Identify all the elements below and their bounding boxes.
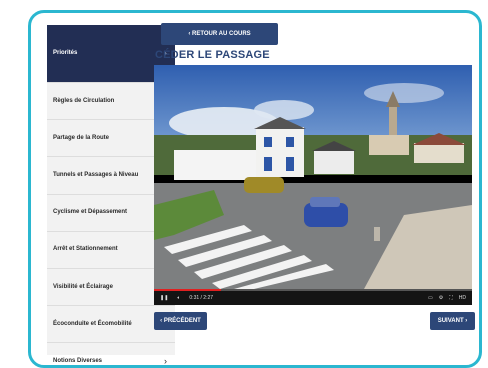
quality-badge[interactable]: HD bbox=[459, 295, 466, 301]
sidebar-item-label: Priorités bbox=[53, 50, 78, 57]
controls-right: ▭ ⚙ ⛶ HD bbox=[428, 295, 466, 301]
next-button[interactable]: SUIVANT › bbox=[430, 312, 475, 330]
chevron-right-icon: › bbox=[164, 356, 167, 367]
video-frame-scene bbox=[154, 65, 472, 289]
sidebar-item-label: Règles de Circulation bbox=[53, 97, 115, 104]
video-player[interactable]: ❚❚ 🔈︎ 0:31 / 2:27 ▭ ⚙ ⛶ HD bbox=[154, 65, 472, 305]
volume-icon[interactable]: 🔈︎ bbox=[177, 295, 180, 301]
sidebar-item-label: Notions Diverses bbox=[53, 357, 103, 364]
sidebar-item-label: Écoconduite et Écomobilité bbox=[53, 320, 132, 327]
video-controls: ❚❚ 🔈︎ 0:31 / 2:27 ▭ ⚙ ⛶ HD bbox=[154, 291, 472, 305]
pause-icon[interactable]: ❚❚ bbox=[160, 295, 168, 301]
sidebar-item-label: Cyclisme et Dépassement bbox=[53, 209, 128, 216]
captions-icon[interactable]: ▭ bbox=[428, 295, 433, 301]
settings-icon[interactable]: ⚙ bbox=[439, 295, 443, 301]
video-time: 0:31 / 2:27 bbox=[189, 295, 214, 301]
sidebar-item-notions[interactable]: Notions Diverses › bbox=[47, 343, 175, 367]
sidebar-item-label: Visibilité et Éclairage bbox=[53, 283, 113, 290]
sidebar-item-label: Partage de la Route bbox=[53, 134, 110, 141]
lesson-title: CÉDER LE PASSAGE bbox=[155, 49, 270, 61]
fullscreen-icon[interactable]: ⛶ bbox=[449, 295, 453, 301]
sidebar-item-label: Arrêt et Stationnement bbox=[53, 246, 118, 253]
course-frame: Priorités › Règles de Circulation › Part… bbox=[28, 10, 482, 368]
back-to-course-button[interactable]: ‹ RETOUR AU COURS bbox=[161, 23, 278, 45]
sidebar-item-label: Tunnels et Passages à Niveau bbox=[53, 172, 139, 179]
previous-button[interactable]: ‹ PRÉCÉDENT bbox=[154, 312, 207, 330]
